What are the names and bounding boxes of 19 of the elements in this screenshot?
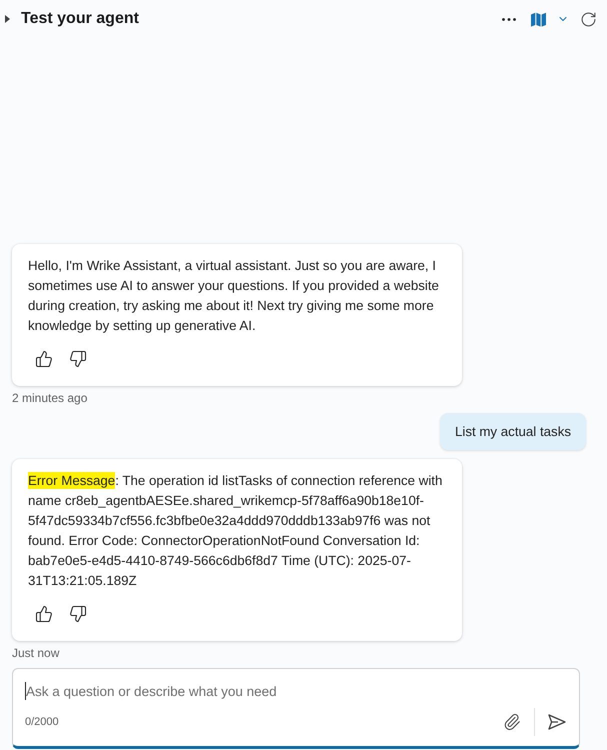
- refresh-icon[interactable]: [580, 10, 596, 28]
- character-counter: 0/2000: [25, 716, 59, 728]
- message-input-field[interactable]: Ask a question or describe what you need: [26, 684, 571, 698]
- thumbs-up-icon[interactable]: [35, 350, 53, 368]
- message-text: Hello, I'm Wrike Assistant, a virtual assistant. Just so you are aware, I sometimes use AI to answer your questions. If you provided a website during creation, try asking me about it! Next try giving me some more knowledge by setting up generative AI.: [28, 257, 440, 335]
- thumbs-down-icon[interactable]: [69, 605, 87, 623]
- thumbs-up-icon[interactable]: [35, 605, 53, 623]
- map-icon[interactable]: [530, 12, 546, 26]
- text-cursor-icon: [25, 682, 26, 700]
- send-icon[interactable]: [548, 714, 566, 730]
- message-text: Error Message: The operation id listTasks of connection reference with name cr8eb_agentbAESEe.shared_wrikemcp-5f78aff6a90b18e10f-5f47dc59334b7cf556.fc3bfbe0e32a4ddd970dddb133ab97f6 was not found. Error Code: ConnectorOperationNotFound Conversation Id: bab7e0e5-e4d5-4410-8749-566c6db6f8d7 Time (UTC): 2025-07-31T13:21:05.189Z: [28, 471, 444, 590]
- timestamp: Just now: [12, 645, 60, 661]
- panel-title: Test your agent: [21, 10, 139, 28]
- more-options-icon[interactable]: [502, 18, 516, 20]
- attach-icon[interactable]: [503, 713, 521, 731]
- thumbs-down-icon[interactable]: [69, 350, 87, 368]
- timestamp: 2 minutes ago: [12, 390, 88, 406]
- user-message: List my actual tasks: [440, 413, 586, 450]
- caret-right-icon[interactable]: [5, 15, 10, 23]
